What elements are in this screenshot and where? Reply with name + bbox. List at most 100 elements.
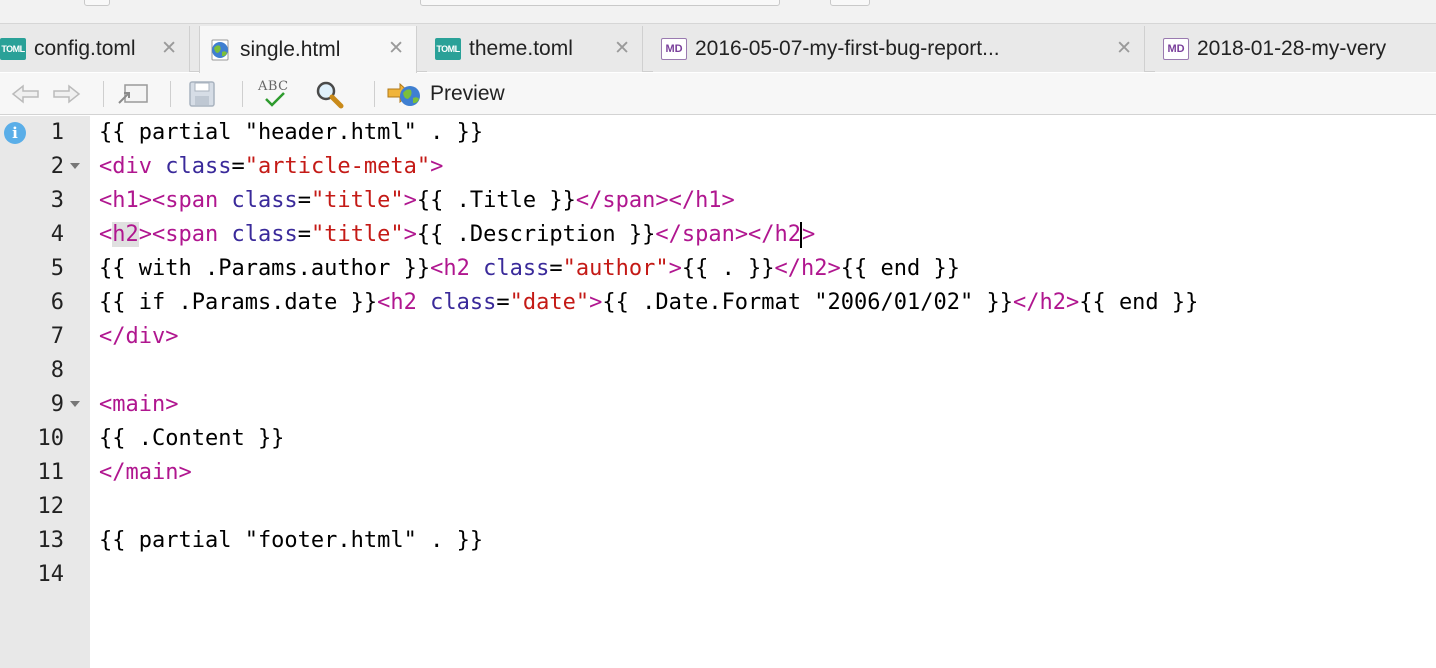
spellcheck-icon: ABC: [256, 79, 294, 109]
code-line[interactable]: {{ if .Params.date }}<h2 class="date">{{…: [90, 286, 1436, 320]
code-line-text: {{ if .Params.date }}<h2 class="date">{{…: [99, 286, 1198, 320]
toolbar-separator: [374, 81, 375, 107]
gutter-line: 14: [0, 558, 90, 592]
line-number: 12: [37, 494, 65, 519]
code-line[interactable]: {{ with .Params.author }}<h2 class="auth…: [90, 252, 1436, 286]
html-file-icon: [208, 38, 232, 62]
close-icon[interactable]: ✕: [388, 37, 404, 60]
gutter-line: 11: [0, 456, 90, 490]
line-number: 10: [37, 426, 65, 451]
gutter-line: 9: [0, 388, 90, 422]
code-token: {{ end }}: [840, 256, 960, 281]
tab-bug-report-md[interactable]: MD 2016-05-07-my-first-bug-report... ✕: [653, 26, 1145, 72]
code-line-text: {{ with .Params.author }}<h2 class="auth…: [99, 252, 960, 286]
code-token: </h2>: [774, 256, 841, 281]
code-token: >: [430, 154, 444, 179]
code-token: class: [231, 188, 298, 213]
tab-label: 2018-01-28-my-very: [1197, 37, 1387, 60]
code-token: >: [589, 290, 603, 315]
code-line[interactable]: <main>: [90, 388, 1436, 422]
line-number: 4: [50, 222, 64, 247]
code-line[interactable]: <h1><span class="title">{{ .Title }}</sp…: [90, 184, 1436, 218]
line-number: 14: [37, 562, 65, 587]
code-line[interactable]: </div>: [90, 320, 1436, 354]
code-token: </h2>: [1012, 290, 1080, 315]
code-token: <h1><span: [99, 188, 232, 213]
code-line[interactable]: <div class="article-meta">: [90, 150, 1436, 184]
code-line[interactable]: </main>: [90, 456, 1436, 490]
fold-arrow-icon[interactable]: [70, 163, 80, 169]
code-token: {{ .Title }}: [416, 188, 576, 213]
gutter-lines: i 1 2 3 4 5 6 7 8 9 10 11 12 13 14: [0, 116, 90, 668]
code-line[interactable]: [90, 354, 1436, 388]
gutter-line: 6: [0, 286, 90, 320]
code-editor[interactable]: {{ partial "header.html" . }} <div class=…: [90, 116, 1436, 668]
goto-field-fragment[interactable]: [420, 0, 780, 6]
code-token: class: [165, 154, 232, 179]
toolbar-button-fragment[interactable]: [84, 0, 110, 6]
tab-my-very-md[interactable]: MD 2018-01-28-my-very: [1155, 26, 1436, 72]
editor-tab-bar: TOML config.toml ✕ single.html ✕ TOML th…: [0, 24, 1436, 73]
toolbar-button-fragment[interactable]: [830, 0, 870, 6]
magnifier-icon: [316, 81, 344, 109]
code-token: {{ .Description }}: [416, 222, 656, 247]
checkmark-icon: [265, 92, 285, 107]
close-icon[interactable]: ✕: [161, 37, 177, 60]
find-replace-button[interactable]: [312, 79, 346, 109]
code-token: class: [483, 256, 550, 281]
save-button[interactable]: [187, 79, 217, 109]
toml-file-icon: TOML: [435, 38, 461, 60]
code-token: {{ partial "header.html" . }}: [99, 120, 484, 145]
gutter-line: 5: [0, 252, 90, 286]
line-number: 7: [50, 324, 64, 349]
line-number: 3: [50, 188, 64, 213]
gutter-line: 12: [0, 490, 90, 524]
code-token: {{ .Content }}: [99, 426, 285, 451]
fold-arrow-icon[interactable]: [70, 401, 80, 407]
close-icon[interactable]: ✕: [1116, 37, 1132, 60]
code-token: "date": [509, 290, 590, 315]
code-line-text: </div>: [99, 320, 178, 354]
gutter-line: 4: [0, 218, 90, 252]
preview-globe-icon: [387, 82, 420, 106]
new-window-icon: [118, 84, 148, 104]
code-token: =: [496, 290, 510, 315]
code-token: "title": [310, 188, 404, 213]
code-line-text: {{ .Content }}: [99, 422, 284, 456]
tab-single-html[interactable]: single.html ✕: [199, 26, 417, 73]
back-button[interactable]: [10, 79, 42, 109]
code-token: <: [99, 222, 113, 247]
line-number: 1: [50, 120, 64, 145]
code-line[interactable]: [90, 558, 1436, 592]
code-token: =: [231, 154, 245, 179]
code-token: =: [297, 222, 311, 247]
preview-label: Preview: [430, 82, 505, 105]
toolbar-separator: [242, 81, 243, 107]
code-line-text: {{ partial "footer.html" . }}: [99, 524, 483, 558]
gutter-line: 10: [0, 422, 90, 456]
tab-label: 2016-05-07-my-first-bug-report...: [695, 37, 1000, 60]
code-token: </span></h2: [655, 222, 802, 247]
toml-file-icon: TOML: [0, 38, 26, 60]
forward-button[interactable]: [50, 79, 82, 109]
show-in-new-window-button[interactable]: [116, 79, 150, 109]
code-token: {{ partial "footer.html" . }}: [99, 528, 484, 553]
code-line[interactable]: {{ partial "footer.html" . }}: [90, 524, 1436, 558]
tab-config-toml[interactable]: TOML config.toml ✕: [0, 26, 190, 72]
code-token: >: [802, 222, 816, 247]
tab-label: single.html: [240, 37, 341, 61]
preview-button[interactable]: Preview: [386, 79, 505, 109]
code-line[interactable]: {{ .Content }}: [90, 422, 1436, 456]
code-line-text: <h2><span class="title">{{ .Description …: [99, 218, 815, 252]
code-line[interactable]: {{ partial "header.html" . }}: [90, 116, 1436, 150]
close-icon[interactable]: ✕: [614, 37, 630, 60]
arrow-right-icon: [53, 84, 81, 104]
spellcheck-button[interactable]: ABC: [256, 79, 294, 109]
tab-theme-toml[interactable]: TOML theme.toml ✕: [427, 26, 643, 72]
code-token: {{ if .Params.date }}: [99, 290, 378, 315]
code-token: <div: [99, 154, 166, 179]
code-line-text: {{ partial "header.html" . }}: [99, 116, 483, 150]
code-line[interactable]: <h2><span class="title">{{ .Description …: [90, 218, 1436, 252]
code-token: <main>: [99, 392, 179, 417]
code-line[interactable]: [90, 490, 1436, 524]
